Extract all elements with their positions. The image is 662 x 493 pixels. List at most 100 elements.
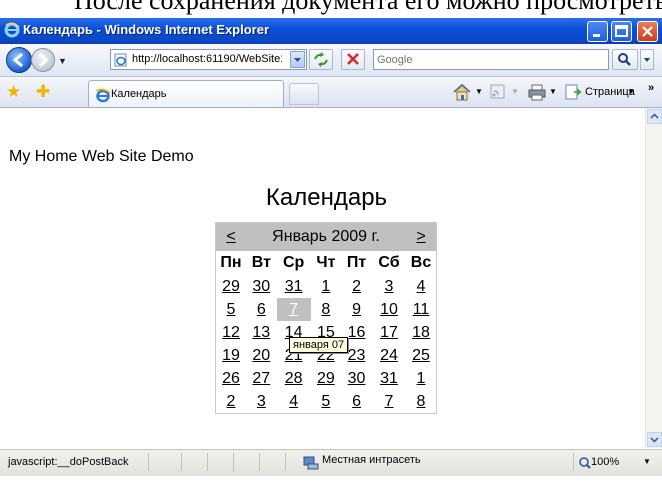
day-link[interactable]: 16 bbox=[348, 324, 366, 341]
day-link[interactable]: 31 bbox=[285, 278, 303, 295]
week-row: 29 30 31 1 2 3 4 bbox=[216, 275, 437, 298]
maximize-button[interactable] bbox=[611, 21, 632, 42]
day-cell: 24 bbox=[372, 344, 406, 367]
day-cell: 31 bbox=[372, 367, 406, 390]
day-link[interactable]: 8 bbox=[321, 301, 330, 318]
day-link[interactable]: 5 bbox=[227, 301, 236, 318]
day-link[interactable]: 6 bbox=[352, 393, 361, 410]
new-tab-button[interactable] bbox=[289, 83, 319, 105]
feeds-dropdown-icon[interactable]: ▼ bbox=[511, 87, 519, 96]
zoom-icon bbox=[579, 457, 591, 469]
day-link[interactable]: 27 bbox=[252, 370, 270, 387]
navigation-bar: ▼ http://localhost:61190/WebSite1/Defaul… bbox=[0, 44, 662, 77]
title-bar[interactable]: Календарь - Windows Internet Explorer bbox=[0, 18, 662, 44]
window-title: Календарь - Windows Internet Explorer bbox=[23, 22, 270, 37]
day-link[interactable]: 13 bbox=[252, 324, 270, 341]
day-name: Вт bbox=[251, 254, 271, 271]
day-link[interactable]: 10 bbox=[380, 301, 398, 318]
tab-bar: ★ ✚ Календарь ▼ ▼ ▼ Страница ▼ » bbox=[0, 77, 662, 108]
day-link[interactable]: 3 bbox=[385, 278, 394, 295]
minimize-button[interactable] bbox=[587, 21, 608, 42]
day-link[interactable]: 5 bbox=[321, 393, 330, 410]
day-link[interactable]: 12 bbox=[222, 324, 240, 341]
refresh-button[interactable] bbox=[309, 49, 333, 70]
day-link[interactable]: 6 bbox=[257, 301, 266, 318]
day-link[interactable]: 20 bbox=[252, 347, 270, 364]
day-link[interactable]: 1 bbox=[321, 278, 330, 295]
zoom-dropdown-icon[interactable]: ▼ bbox=[643, 457, 651, 466]
tab-calendar[interactable]: Календарь bbox=[88, 80, 284, 107]
day-cell: 12 bbox=[216, 321, 247, 344]
day-link[interactable]: 4 bbox=[417, 278, 426, 295]
recent-pages-dropdown-icon[interactable]: ▼ bbox=[58, 56, 67, 66]
day-cell: 2 bbox=[216, 390, 247, 414]
chevron-up-icon bbox=[650, 113, 659, 119]
home-dropdown-icon[interactable]: ▼ bbox=[475, 87, 483, 96]
page-menu-icon[interactable] bbox=[564, 83, 582, 101]
day-link[interactable]: 19 bbox=[222, 347, 240, 364]
prev-month-link[interactable]: < bbox=[226, 228, 235, 245]
day-link[interactable]: 29 bbox=[222, 278, 240, 295]
favorites-center-star-icon[interactable]: ★ bbox=[6, 83, 21, 100]
stop-button[interactable] bbox=[341, 49, 365, 70]
print-dropdown-icon[interactable]: ▼ bbox=[549, 87, 557, 96]
close-button[interactable] bbox=[637, 21, 658, 42]
day-link[interactable]: 7 bbox=[385, 393, 394, 410]
day-link[interactable]: 29 bbox=[317, 370, 335, 387]
day-link[interactable]: 26 bbox=[222, 370, 240, 387]
day-link[interactable]: 2 bbox=[227, 393, 236, 410]
status-bar: javascript:__doPostBack Местная интрасет… bbox=[0, 449, 662, 476]
scroll-up-button[interactable] bbox=[647, 109, 662, 124]
back-button[interactable] bbox=[6, 47, 32, 73]
day-cell: 10 bbox=[372, 298, 406, 321]
search-options-button[interactable] bbox=[640, 49, 654, 70]
day-link[interactable]: 25 bbox=[412, 347, 430, 364]
week-row: 5 6 7 8 9 10 11 bbox=[216, 298, 437, 321]
more-tools-chevron-icon[interactable]: » bbox=[648, 82, 654, 94]
day-link[interactable]: 3 bbox=[257, 393, 266, 410]
day-cell: 6 bbox=[341, 390, 372, 414]
site-title: My Home Web Site Demo bbox=[9, 148, 194, 165]
day-link[interactable]: 9 bbox=[352, 301, 361, 318]
print-icon[interactable] bbox=[527, 83, 547, 101]
day-cell: 8 bbox=[311, 298, 341, 321]
address-dropdown-button[interactable] bbox=[290, 51, 305, 68]
day-cell: 5 bbox=[311, 390, 341, 414]
day-name: Ср bbox=[282, 254, 305, 271]
day-link[interactable]: 28 bbox=[285, 370, 303, 387]
day-link[interactable]: 4 bbox=[289, 393, 298, 410]
intranet-zone-icon bbox=[303, 456, 319, 470]
page-menu-dropdown-icon[interactable]: ▼ bbox=[627, 87, 635, 96]
day-link[interactable]: 11 bbox=[413, 301, 430, 318]
day-cell: 17 bbox=[372, 321, 406, 344]
document-caption: После сохранения документа его можно про… bbox=[0, 0, 662, 18]
security-zone[interactable]: Местная интрасеть bbox=[322, 454, 421, 466]
day-link[interactable]: 30 bbox=[348, 370, 366, 387]
forward-button[interactable] bbox=[31, 48, 55, 72]
next-month-link[interactable]: > bbox=[416, 228, 425, 245]
day-link[interactable]: 8 bbox=[417, 393, 426, 410]
vertical-scrollbar[interactable] bbox=[645, 108, 662, 448]
day-link[interactable]: 31 bbox=[380, 370, 398, 387]
search-input[interactable] bbox=[377, 52, 597, 67]
tab-label: Календарь bbox=[111, 88, 167, 100]
day-link[interactable]: 1 bbox=[417, 370, 426, 387]
next-month-cell: > bbox=[406, 222, 437, 251]
address-url[interactable]: http://localhost:61190/WebSite1/Default.… bbox=[132, 53, 282, 65]
day-link[interactable]: 2 bbox=[352, 278, 361, 295]
zoom-level[interactable]: 100% bbox=[591, 456, 619, 468]
scroll-down-button[interactable] bbox=[647, 432, 662, 447]
address-bar[interactable]: http://localhost:61190/WebSite1/Default.… bbox=[110, 49, 307, 70]
search-button[interactable] bbox=[612, 49, 638, 70]
feeds-icon[interactable] bbox=[490, 83, 506, 99]
day-link[interactable]: 30 bbox=[252, 278, 270, 295]
day-link[interactable]: 24 bbox=[380, 347, 398, 364]
day-link[interactable]: 23 bbox=[348, 347, 366, 364]
add-to-favorites-icon[interactable]: ✚ bbox=[36, 83, 50, 100]
home-icon[interactable] bbox=[452, 83, 472, 101]
day-link[interactable]: 18 bbox=[412, 324, 430, 341]
day-link[interactable]: 7 bbox=[289, 301, 298, 318]
day-link[interactable]: 17 bbox=[380, 324, 398, 341]
document-caption-text: После сохранения документа его можно про… bbox=[74, 0, 662, 15]
search-box[interactable] bbox=[373, 49, 609, 70]
